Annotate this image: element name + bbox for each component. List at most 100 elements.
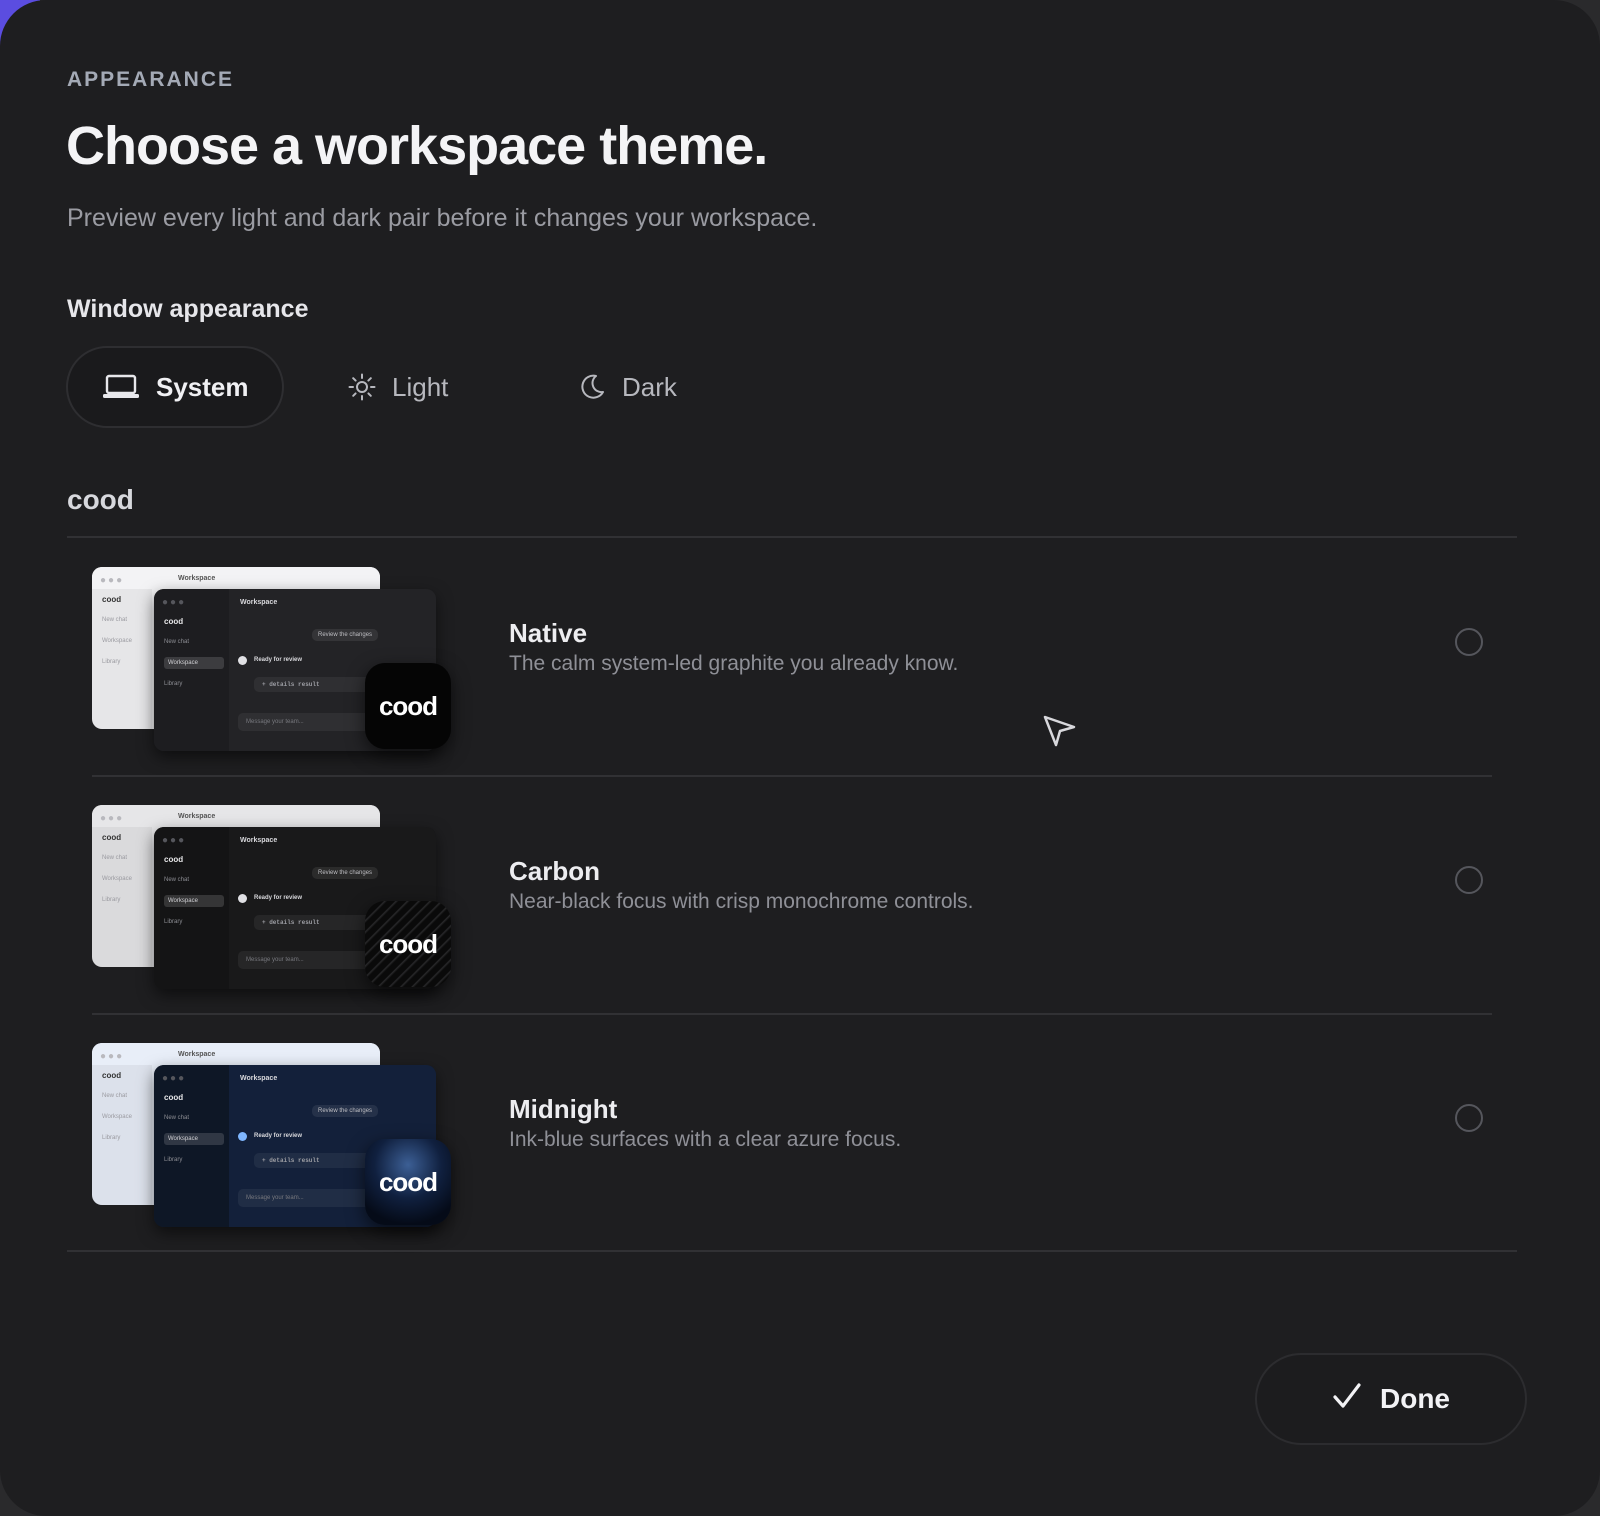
- preview-sidebar-item: Library: [164, 681, 183, 687]
- preview-code-line: + details result: [254, 1153, 370, 1168]
- preview-sidebar-item: Library: [102, 1135, 121, 1141]
- appearance-option-label: Light: [392, 371, 449, 402]
- preview-review-button: Review the changes: [312, 629, 379, 641]
- preview-code-line: + details result: [254, 915, 370, 930]
- theme-option-midnight[interactable]: Midnight Ink-blue surfaces with a clear a…: [92, 1028, 1492, 1260]
- window-controls-icon: ●●●: [162, 597, 187, 608]
- preview-composer: Message your team...: [238, 951, 374, 969]
- preview-brand: cood: [102, 1071, 122, 1080]
- preview-window-title: Workspace: [240, 1075, 278, 1082]
- preview-titlebar: [92, 805, 380, 827]
- preview-sidebar-item: Library: [102, 897, 121, 903]
- preview-brand: cood: [164, 617, 184, 626]
- preview-window-title: Workspace: [178, 1051, 216, 1058]
- preview-composer: Message your team...: [238, 1189, 374, 1207]
- preview-window-title: Workspace: [240, 837, 278, 844]
- window-controls-icon: ●●●: [162, 835, 187, 846]
- section-eyebrow: APPEARANCE: [67, 68, 235, 91]
- preview-sidebar: [92, 1065, 152, 1205]
- preview-sidebar: [154, 827, 229, 989]
- preview-sidebar-item: New chat: [102, 855, 128, 861]
- status-dot-icon: [238, 656, 247, 665]
- preview-brand: cood: [102, 595, 122, 604]
- divider: [92, 775, 1492, 777]
- preview-titlebar: [92, 567, 380, 589]
- theme-description: Near-black focus with crisp monochrome c…: [509, 890, 974, 913]
- page-subtitle: Preview every light and dark pair before…: [67, 204, 818, 232]
- theme-description: The calm system-led graphite you already…: [509, 652, 959, 675]
- divider: [92, 1013, 1492, 1015]
- preview-sidebar: [154, 589, 229, 751]
- preview-brand: cood: [102, 833, 122, 842]
- app-icon: cood: [365, 663, 451, 749]
- preview-sidebar-item: Workspace: [164, 1133, 224, 1145]
- appearance-dialog: APPEARANCE Choose a workspace theme. Pre…: [0, 0, 1600, 1516]
- theme-radio-button[interactable]: [1455, 866, 1483, 894]
- theme-preview: ●●● cood Workspace New chat Workspace Library…: [92, 567, 462, 767]
- theme-radio-button[interactable]: [1455, 628, 1483, 656]
- window-controls-icon: ●●●: [100, 575, 125, 586]
- preview-sidebar-item: Workspace: [164, 657, 224, 669]
- preview-sidebar-item: Workspace: [102, 876, 132, 882]
- status-dot-icon: [238, 894, 247, 903]
- app-icon: cood: [365, 1139, 451, 1225]
- preview-sidebar-item: Workspace: [102, 638, 132, 644]
- theme-preview: ●●● cood Workspace New chat Workspace Library…: [92, 1043, 462, 1243]
- preview-sidebar-item: Library: [164, 919, 183, 925]
- preview-status: Ready for review: [254, 895, 303, 901]
- theme-option-native[interactable]: Native The calm system-led graphite you a…: [92, 552, 1492, 784]
- theme-description: Ink-blue surfaces with a clear azure foc…: [509, 1128, 902, 1151]
- preview-sidebar-item: Library: [164, 1157, 183, 1163]
- page-title: Choose a workspace theme.: [66, 116, 768, 176]
- preview-sidebar-item: New chat: [164, 639, 190, 645]
- theme-option-carbon[interactable]: Carbon Near-black focus with crisp monoch…: [92, 790, 1492, 1022]
- checkmark-icon: [1332, 1382, 1362, 1417]
- preview-sidebar-item: New chat: [102, 617, 128, 623]
- divider: [67, 1250, 1517, 1252]
- preview-sidebar-item: New chat: [164, 877, 190, 883]
- mouse-cursor-icon: [1040, 712, 1080, 757]
- preview-status: Ready for review: [254, 657, 303, 663]
- preview-status: Ready for review: [254, 1133, 303, 1139]
- preview-sidebar: [92, 827, 152, 967]
- preview-brand: cood: [164, 855, 184, 864]
- laptop-icon: [102, 374, 140, 400]
- theme-radio-button[interactable]: [1455, 1104, 1483, 1132]
- preview-composer: Message your team...: [238, 713, 374, 731]
- theme-name: Native: [509, 618, 588, 648]
- status-dot-icon: [238, 1132, 247, 1141]
- theme-name: Midnight: [509, 1094, 618, 1124]
- preview-window-title: Workspace: [178, 813, 216, 820]
- preview-sidebar-item: New chat: [102, 1093, 128, 1099]
- appearance-option-dark[interactable]: Dark: [578, 346, 677, 428]
- sun-icon: [348, 373, 376, 401]
- preview-titlebar: [92, 1043, 380, 1065]
- theme-preview: ●●● cood Workspace New chat Workspace Library…: [92, 805, 462, 1005]
- preview-sidebar: [92, 589, 152, 729]
- preview-code-line: + details result: [254, 677, 370, 692]
- preview-sidebar-item: Workspace: [102, 1114, 132, 1120]
- preview-sidebar-item: Library: [102, 659, 121, 665]
- moon-icon: [578, 373, 606, 401]
- appearance-option-label: Dark: [622, 371, 677, 402]
- preview-sidebar-item: Workspace: [164, 895, 224, 907]
- window-controls-icon: ●●●: [100, 813, 125, 824]
- divider: [67, 536, 1517, 538]
- done-button[interactable]: Done: [1255, 1353, 1527, 1445]
- appearance-option-system[interactable]: System: [66, 346, 284, 428]
- preview-review-button: Review the changes: [312, 1105, 379, 1117]
- theme-group-label: cood: [67, 484, 134, 515]
- preview-window-title: Workspace: [178, 575, 216, 582]
- preview-window-title: Workspace: [240, 599, 278, 606]
- window-appearance-label: Window appearance: [67, 295, 309, 323]
- app-icon: cood: [365, 901, 451, 987]
- preview-review-button: Review the changes: [312, 867, 379, 879]
- preview-sidebar-item: New chat: [164, 1115, 190, 1121]
- done-button-label: Done: [1380, 1383, 1450, 1414]
- theme-name: Carbon: [509, 856, 600, 886]
- preview-brand: cood: [164, 1093, 184, 1102]
- appearance-option-light[interactable]: Light: [348, 346, 448, 428]
- window-controls-icon: ●●●: [100, 1051, 125, 1062]
- window-controls-icon: ●●●: [162, 1073, 187, 1084]
- appearance-option-label: System: [156, 371, 249, 402]
